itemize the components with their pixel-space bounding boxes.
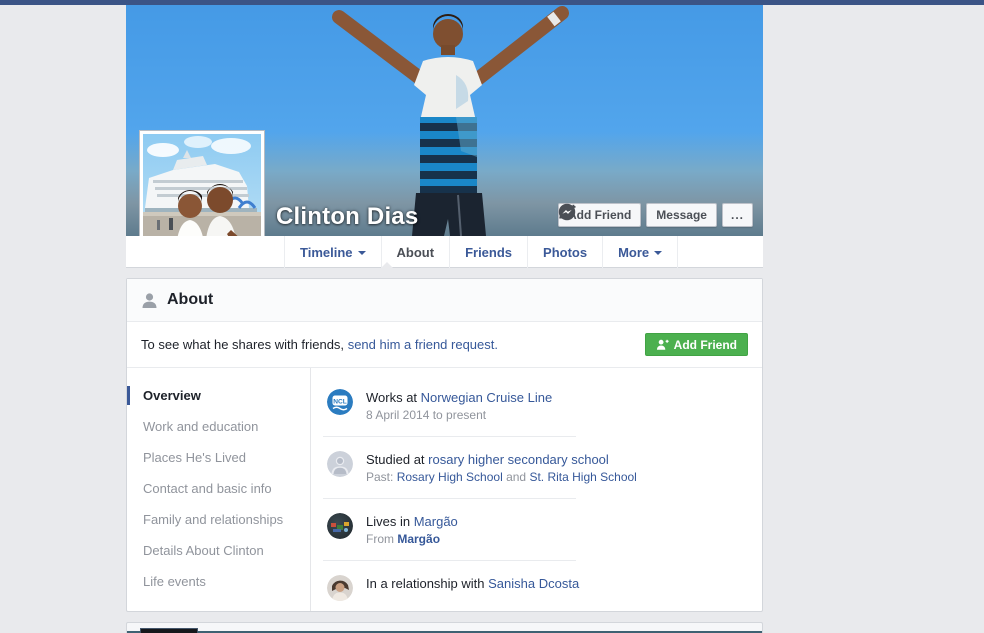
tab-timeline[interactable]: Timeline [284,236,382,268]
tab-photos[interactable]: Photos [528,236,603,268]
message-icon [558,203,576,221]
education-past-conjunction: and [503,470,530,484]
hometown-label: From [366,532,397,546]
message-label: Message [656,208,707,222]
education-past-label: Past: [366,470,397,484]
tab-more-label: More [618,245,649,260]
friend-request-row: To see what he shares with friends, send… [127,322,762,368]
active-tab-notch [380,262,394,269]
about-nav: Overview Work and education Places He's … [127,368,311,611]
svg-text:NCL: NCL [333,398,347,405]
add-friend-label: Add Friend [568,208,631,222]
friend-prompt-text: To see what he shares with friends, [141,337,344,352]
tab-more[interactable]: More [603,236,678,268]
nav-item-family-relationships[interactable]: Family and relationships [127,504,310,535]
person-icon [141,292,158,309]
work-prefix: Works at [366,390,421,405]
hometown-link[interactable]: Margão [397,532,440,546]
cutoff-photo-thumbnail[interactable] [140,628,198,633]
add-friend-green-label: Add Friend [674,338,737,352]
city-photo-icon[interactable] [327,513,353,539]
about-header: About [127,279,762,322]
about-panel: About To see what he shares with friends… [126,278,763,612]
tab-about-label: About [397,245,435,260]
nav-item-contact-basic-info[interactable]: Contact and basic info [127,473,310,504]
work-employer-link[interactable]: Norwegian Cruise Line [421,390,553,405]
tab-friends-label: Friends [465,245,512,260]
education-past-school-2-link[interactable]: St. Rita High School [529,470,636,484]
next-section-panel [126,622,763,633]
detail-row-work: NCL Works at Norwegian Cruise Line 8 Apr… [311,374,762,436]
nav-item-places-lived[interactable]: Places He's Lived [127,442,310,473]
profile-name: Clinton Dias [276,203,418,231]
detail-row-education: Studied at rosary higher secondary schoo… [311,436,762,498]
add-friend-icon [656,339,669,351]
ncl-logo-icon[interactable]: NCL [327,389,353,415]
school-avatar-icon[interactable] [327,451,353,477]
relationship-partner-link[interactable]: Sanisha Dcosta [488,576,579,591]
current-city-link[interactable]: Margão [414,514,458,529]
more-options-label: ... [731,208,744,222]
education-prefix: Studied at [366,452,428,467]
send-friend-request-link[interactable]: send him a friend request. [348,337,498,352]
detail-row-relationship: In a relationship with Sanisha Dcosta [311,560,762,615]
message-button[interactable]: Message [646,203,717,227]
about-body: Overview Work and education Places He's … [127,368,762,611]
nav-item-work-education[interactable]: Work and education [127,411,310,442]
about-panel-title: About [167,291,213,309]
caret-down-icon [654,251,662,255]
relationship-prefix: In a relationship with [366,576,488,591]
nav-item-overview[interactable]: Overview [127,380,310,411]
add-friend-green-button[interactable]: Add Friend [645,333,748,356]
caret-down-icon [358,251,366,255]
detail-row-current-city: Lives in Margão From Margão [311,498,762,560]
tab-photos-label: Photos [543,245,587,260]
partner-photo-icon[interactable] [327,575,353,601]
current-city-prefix: Lives in [366,514,414,529]
about-overview-content: NCL Works at Norwegian Cruise Line 8 Apr… [311,368,762,611]
nav-item-life-events[interactable]: Life events [127,566,310,597]
tab-timeline-label: Timeline [300,245,353,260]
tab-friends[interactable]: Friends [450,236,528,268]
education-school-link[interactable]: rosary higher secondary school [428,452,609,467]
education-past-school-1-link[interactable]: Rosary High School [397,470,503,484]
cover-action-buttons: Add Friend Message ... [558,203,753,227]
work-dates: 8 April 2014 to present [366,408,552,422]
nav-item-details-about[interactable]: Details About Clinton [127,535,310,566]
tabs: Timeline About Friends Photos More [284,236,678,268]
more-options-button[interactable]: ... [722,203,753,227]
profile-tab-bar: Timeline About Friends Photos More [126,236,763,268]
